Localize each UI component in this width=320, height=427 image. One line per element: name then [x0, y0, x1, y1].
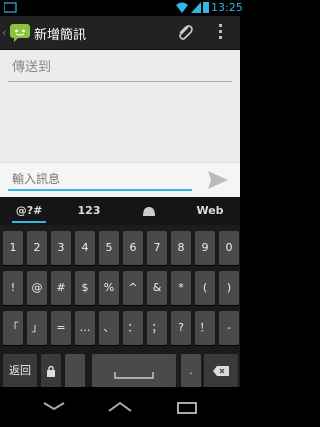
message-input[interactable]: 輸入訊息	[8, 171, 192, 191]
delete-key[interactable]	[204, 354, 238, 388]
key[interactable]: 0	[219, 231, 239, 265]
recent-apps-icon[interactable]	[174, 397, 202, 417]
key[interactable]: 7	[147, 231, 167, 265]
key[interactable]: ^	[123, 271, 143, 305]
compose-area: 傳送到 輸入訊息	[0, 50, 240, 198]
tab-numbers[interactable]: 123	[60, 197, 118, 225]
wifi-icon	[176, 2, 188, 13]
lock-key[interactable]	[41, 354, 61, 388]
key[interactable]: ：	[123, 311, 143, 345]
key[interactable]: ?	[171, 311, 191, 345]
battery-icon	[203, 2, 209, 13]
key[interactable]: $	[75, 271, 95, 305]
key[interactable]: *	[171, 271, 191, 305]
key[interactable]: 、	[99, 311, 119, 345]
comma-key[interactable]	[65, 354, 85, 388]
home-nav-icon[interactable]	[106, 397, 134, 417]
back-nav-icon[interactable]	[40, 397, 68, 417]
key[interactable]: 5	[99, 231, 119, 265]
android-icon	[143, 207, 155, 216]
key[interactable]: &	[147, 271, 167, 305]
key[interactable]: (	[195, 271, 215, 305]
key[interactable]: !	[3, 271, 23, 305]
key[interactable]: 」	[27, 311, 47, 345]
navigation-bar	[0, 387, 240, 427]
space-key[interactable]	[92, 354, 176, 388]
key[interactable]: #	[51, 271, 71, 305]
key[interactable]: …	[75, 311, 95, 345]
recipient-field[interactable]: 傳送到	[8, 58, 232, 82]
key[interactable]: 2	[27, 231, 47, 265]
key[interactable]: =	[51, 311, 71, 345]
tab-symbols[interactable]: @?#	[0, 197, 58, 225]
key[interactable]: 8	[171, 231, 191, 265]
backspace-icon	[213, 366, 229, 376]
message-bar: 輸入訊息	[0, 162, 240, 198]
key[interactable]: ！	[195, 311, 215, 345]
key[interactable]: %	[99, 271, 119, 305]
signal-icon	[191, 2, 201, 13]
period-key[interactable]: .	[181, 354, 201, 388]
send-icon[interactable]	[206, 168, 230, 192]
overflow-menu-icon[interactable]	[216, 24, 224, 42]
key[interactable]: 6	[123, 231, 143, 265]
key[interactable]: 「	[3, 311, 23, 345]
tab-web[interactable]: Web	[180, 197, 240, 225]
messaging-app-icon[interactable]	[9, 21, 31, 43]
page-title: 新增簡訊	[34, 28, 87, 43]
action-bar: ‹ 新增簡訊	[0, 16, 240, 50]
soft-keyboard: @?# 123 Web 1 2 3 4 5 6 7 8 9 0 ! @ # $ …	[0, 197, 240, 388]
back-key[interactable]: 返回	[3, 354, 37, 388]
key[interactable]: @	[27, 271, 47, 305]
tab-emoji[interactable]	[120, 197, 178, 225]
key[interactable]: )	[219, 271, 239, 305]
key[interactable]: -	[219, 311, 239, 345]
key[interactable]: 3	[51, 231, 71, 265]
keyboard-tabs: @?# 123 Web	[0, 197, 240, 225]
up-icon[interactable]: ‹	[2, 26, 6, 39]
key[interactable]: ；	[147, 311, 167, 345]
status-bar: 13:25	[0, 0, 243, 16]
attach-icon[interactable]	[175, 22, 195, 42]
status-time: 13:25	[211, 1, 243, 14]
space-icon	[114, 372, 154, 379]
lock-icon	[47, 365, 55, 377]
notification-icon	[4, 2, 17, 13]
key[interactable]: 9	[195, 231, 215, 265]
key[interactable]: 1	[3, 231, 23, 265]
keyboard-page-indicator	[95, 349, 145, 364]
key[interactable]: 4	[75, 231, 95, 265]
